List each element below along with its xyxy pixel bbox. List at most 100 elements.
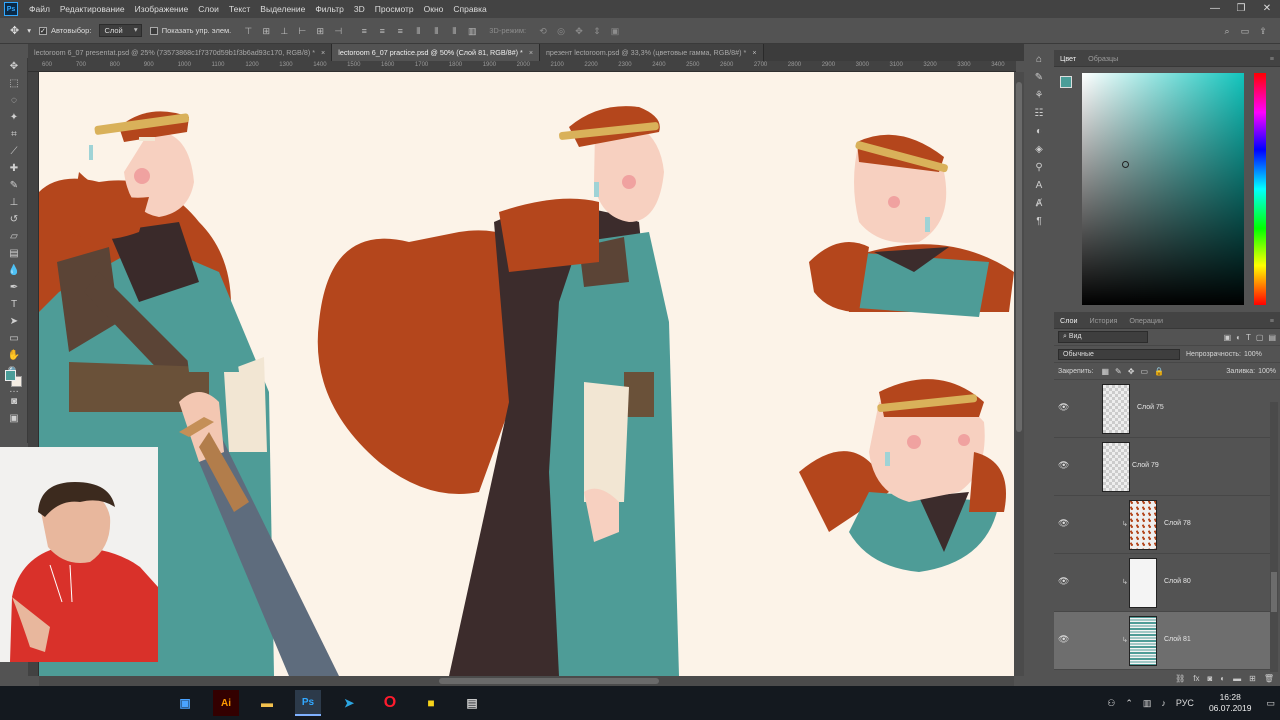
history-icon[interactable]: ⌂ bbox=[1026, 50, 1052, 68]
people-icon[interactable]: ⚇ bbox=[1107, 698, 1115, 709]
eye-icon[interactable]: 👁 bbox=[1058, 460, 1069, 471]
eyedropper-icon[interactable]: ⟋ bbox=[0, 143, 28, 160]
3d-pan-icon[interactable]: ✥ bbox=[573, 26, 585, 36]
menu-image[interactable]: Изображение bbox=[130, 4, 194, 14]
distribute-top-icon[interactable]: ≡ bbox=[358, 26, 370, 36]
distribute-right-icon[interactable]: ⦀ bbox=[448, 26, 460, 36]
app-icon[interactable]: ▤ bbox=[459, 690, 485, 716]
filter-adjust-icon[interactable]: ◐ bbox=[1236, 333, 1241, 342]
close-button[interactable]: ✕ bbox=[1254, 0, 1280, 18]
menu-window[interactable]: Окно bbox=[419, 4, 449, 14]
align-center-icon[interactable]: ⊞ bbox=[314, 26, 326, 36]
lock-position-icon[interactable]: ✥ bbox=[1128, 367, 1135, 376]
healing-brush-icon[interactable]: ✚ bbox=[0, 160, 28, 177]
foreground-color-swatch[interactable] bbox=[1060, 76, 1072, 88]
align-middle-icon[interactable]: ⊞ bbox=[260, 26, 272, 36]
volume-icon[interactable]: ♪ bbox=[1161, 698, 1166, 708]
brush-tool-icon[interactable]: ✎ bbox=[0, 177, 28, 194]
eraser-tool-icon[interactable]: ▱ bbox=[0, 228, 28, 245]
layer-row-active[interactable]: 👁 ↳ Слой 81 bbox=[1054, 612, 1270, 670]
distribute-hcenter-icon[interactable]: ⦀ bbox=[430, 26, 442, 36]
screen-mode-icon[interactable]: ▣ bbox=[0, 410, 28, 427]
notifications-icon[interactable]: ▭ bbox=[1266, 698, 1275, 709]
lock-artboard-icon[interactable]: ▭ bbox=[1140, 367, 1148, 376]
eye-icon[interactable]: 👁 bbox=[1058, 576, 1069, 587]
filter-shape-icon[interactable]: ▢ bbox=[1256, 333, 1264, 342]
layer-row[interactable]: 👁 Слой 79 bbox=[1054, 438, 1270, 496]
menu-3d[interactable]: 3D bbox=[349, 4, 370, 14]
link-icon[interactable]: ⛓ bbox=[1175, 674, 1185, 683]
tab-close-icon[interactable]: × bbox=[752, 48, 756, 57]
tab-close-icon[interactable]: × bbox=[529, 48, 533, 57]
opera-icon[interactable]: O bbox=[377, 690, 403, 716]
3d-rotate-icon[interactable]: ⟲ bbox=[537, 26, 549, 36]
scrollbar-thumb[interactable] bbox=[1016, 82, 1022, 432]
fx-icon[interactable]: fx bbox=[1193, 674, 1199, 683]
path-selection-icon[interactable]: ➤ bbox=[0, 313, 28, 330]
language-indicator[interactable]: РУС bbox=[1176, 698, 1194, 708]
scrollbar-thumb[interactable] bbox=[1271, 572, 1277, 612]
new-layer-icon[interactable]: ⊞ bbox=[1249, 674, 1256, 683]
menu-type[interactable]: Текст bbox=[224, 4, 255, 14]
folder-icon[interactable]: ▬ bbox=[1233, 674, 1241, 683]
magic-wand-icon[interactable]: ✦ bbox=[0, 109, 28, 126]
tab-actions[interactable]: Операции bbox=[1123, 316, 1169, 325]
3d-scale-icon[interactable]: ▣ bbox=[609, 26, 621, 36]
glyphs-icon[interactable]: Ⱥ bbox=[1026, 194, 1052, 212]
align-right-icon[interactable]: ⊣ bbox=[332, 26, 344, 36]
lock-all-icon[interactable]: 🔒 bbox=[1154, 367, 1164, 376]
tab-layers[interactable]: Слои bbox=[1054, 316, 1083, 325]
align-top-icon[interactable]: ⊤ bbox=[242, 26, 254, 36]
fill-value[interactable]: 100% bbox=[1258, 368, 1276, 375]
styles-icon[interactable]: ◈ bbox=[1026, 140, 1052, 158]
menu-filter[interactable]: Фильтр bbox=[310, 4, 349, 14]
autoselect-dropdown[interactable]: Слой bbox=[99, 24, 142, 37]
explorer-icon[interactable]: ▣ bbox=[172, 690, 198, 716]
filter-type-icon[interactable]: T bbox=[1246, 333, 1251, 342]
mask-icon[interactable]: ◙ bbox=[1207, 674, 1212, 683]
tab-presentat[interactable]: lectoroom 6_07 presentat.psd @ 25% (7357… bbox=[28, 44, 333, 61]
eye-icon[interactable]: 👁 bbox=[1058, 402, 1069, 413]
type-tool-icon[interactable]: T bbox=[0, 296, 28, 313]
layer-row[interactable]: 👁 Слой 75 bbox=[1054, 380, 1270, 438]
distribute-bottom-icon[interactable]: ≡ bbox=[394, 26, 406, 36]
tab-history[interactable]: История bbox=[1083, 316, 1123, 325]
adjustment-icon[interactable]: ◐ bbox=[1220, 674, 1225, 683]
document-canvas[interactable] bbox=[39, 72, 1014, 676]
telegram-icon[interactable]: ➤ bbox=[336, 690, 362, 716]
workspace-icon[interactable]: ▭ bbox=[1239, 26, 1251, 36]
clone-stamp-icon[interactable]: ⊥ bbox=[0, 194, 28, 211]
3d-roll-icon[interactable]: ◎ bbox=[555, 26, 567, 36]
lock-image-icon[interactable]: ✎ bbox=[1115, 367, 1122, 376]
network-icon[interactable]: ▥ bbox=[1143, 698, 1152, 709]
hand-tool-icon[interactable]: ✋ bbox=[0, 347, 28, 364]
align-bottom-icon[interactable]: ⊥ bbox=[278, 26, 290, 36]
opacity-value[interactable]: 100% bbox=[1244, 351, 1262, 358]
trash-icon[interactable]: 🗑 bbox=[1264, 674, 1274, 683]
color-picker-ring[interactable] bbox=[1122, 161, 1129, 168]
move-tool-icon[interactable]: ✥ bbox=[0, 58, 28, 75]
show-transform-checkbox[interactable] bbox=[149, 26, 158, 35]
tray-expand-icon[interactable]: ⌃ bbox=[1125, 698, 1133, 709]
tab-color[interactable]: Цвет bbox=[1054, 54, 1082, 63]
menu-layers[interactable]: Слои bbox=[193, 4, 224, 14]
gradient-tool-icon[interactable]: ▤ bbox=[0, 245, 28, 262]
canvas-vertical-scrollbar[interactable] bbox=[1014, 72, 1024, 676]
panel-menu-icon[interactable]: ≡ bbox=[1264, 316, 1280, 325]
3d-slide-icon[interactable]: ⇕ bbox=[591, 26, 603, 36]
share-icon[interactable]: ⇪ bbox=[1257, 26, 1269, 36]
layers-scrollbar[interactable] bbox=[1270, 402, 1278, 672]
filter-smart-icon[interactable]: ▤ bbox=[1268, 333, 1276, 342]
blend-mode-dropdown[interactable]: Обычные bbox=[1058, 348, 1180, 360]
layer-row[interactable]: 👁 ↳ Слой 80 bbox=[1054, 554, 1270, 612]
blur-tool-icon[interactable]: 💧 bbox=[0, 262, 28, 279]
menu-select[interactable]: Выделение bbox=[255, 4, 310, 14]
menu-help[interactable]: Справка bbox=[448, 4, 491, 14]
brush-presets-icon[interactable]: ⚘ bbox=[1026, 86, 1052, 104]
align-left-icon[interactable]: ⊢ bbox=[296, 26, 308, 36]
menu-file[interactable]: Файл bbox=[24, 4, 55, 14]
search-icon[interactable]: ⌕ bbox=[1221, 26, 1233, 36]
sticky-notes-icon[interactable]: ■ bbox=[418, 690, 444, 716]
paragraph-icon[interactable]: ¶ bbox=[1026, 212, 1052, 230]
canvas-horizontal-scrollbar[interactable] bbox=[39, 676, 1014, 686]
